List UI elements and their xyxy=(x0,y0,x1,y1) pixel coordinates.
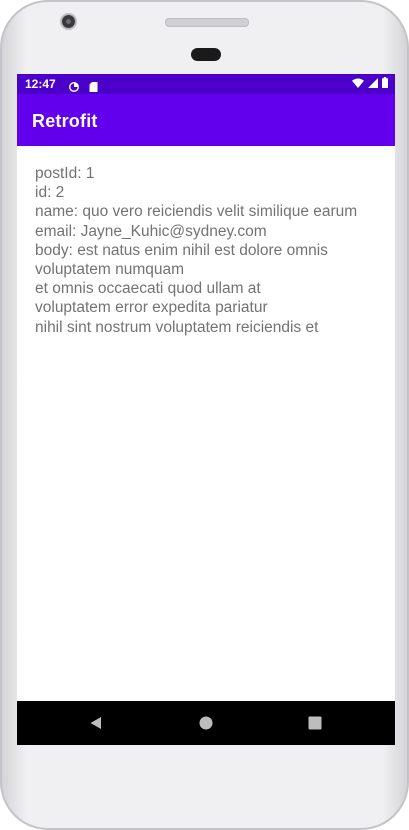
earpiece xyxy=(191,48,221,61)
body-text-line: voluptatem error expedita pariatur xyxy=(35,299,268,317)
recents-icon[interactable] xyxy=(305,713,325,733)
back-icon[interactable] xyxy=(86,713,106,733)
status-bar: 12:47 xyxy=(17,74,395,94)
post-id-text: postId: 1 xyxy=(35,165,95,182)
data-saver-icon xyxy=(68,79,80,93)
status-icons xyxy=(352,75,388,93)
email-text: email: Jayne_Kuhic@sydney.com xyxy=(35,222,267,240)
battery-icon xyxy=(382,75,388,93)
app-title: Retrofit xyxy=(32,111,98,131)
phone-frame: 12:47 Retrofit postId: 1 id: 2 name: quo… xyxy=(0,0,409,830)
front-camera xyxy=(60,13,77,30)
body-text-line: nihil sint nostrum voluptatem reiciendis… xyxy=(35,318,319,336)
app-bar: Retrofit xyxy=(17,94,395,146)
screen: 12:47 Retrofit postId: 1 id: 2 name: quo… xyxy=(17,74,395,745)
home-icon[interactable] xyxy=(196,713,216,733)
body-text-line: voluptatem numquam xyxy=(35,261,185,279)
wifi-icon xyxy=(352,75,364,93)
body-text-line: body: est natus enim nihil est dolore om… xyxy=(35,241,328,259)
name-text: name: quo vero reiciendis velit similiqu… xyxy=(35,203,358,221)
top-speaker-grille xyxy=(165,18,249,27)
id-text: id: 2 xyxy=(35,184,65,202)
navigation-bar xyxy=(17,701,395,745)
sd-card-icon xyxy=(89,79,99,92)
comment-details: postId: 1 id: 2 name: quo vero reiciendi… xyxy=(35,164,385,337)
status-time: 12:47 xyxy=(25,77,56,91)
body-text-line: et omnis occaecati quod ullam at xyxy=(35,280,261,298)
signal-icon xyxy=(368,75,378,93)
